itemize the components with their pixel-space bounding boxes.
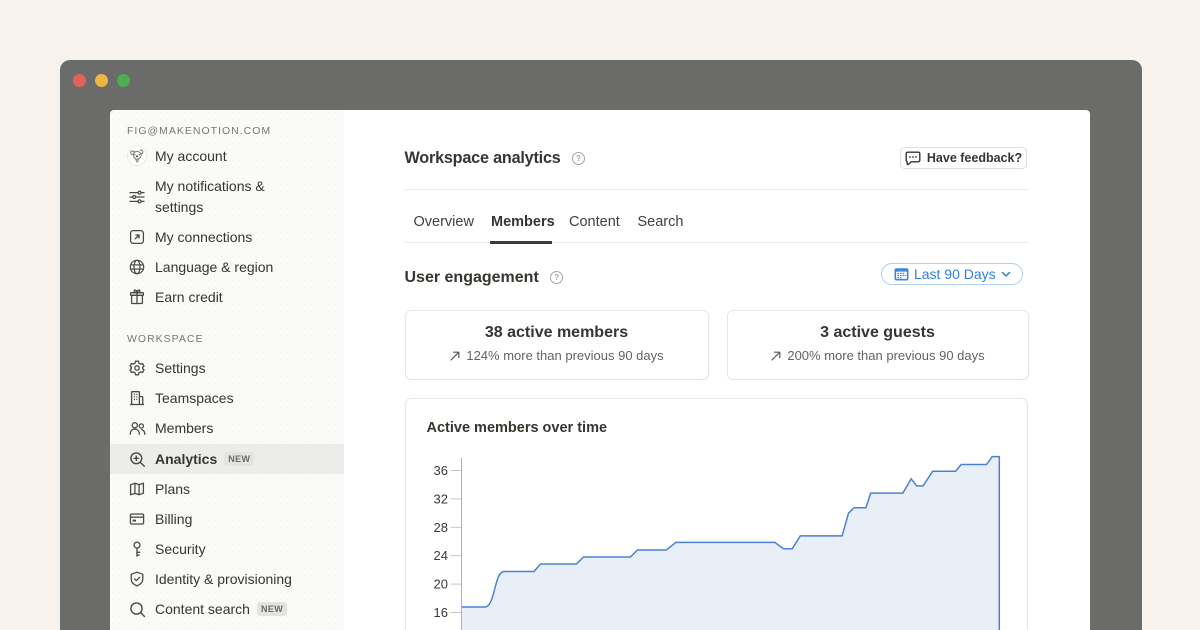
svg-text:32: 32 xyxy=(433,491,447,506)
svg-text:28: 28 xyxy=(433,520,447,535)
svg-text:24: 24 xyxy=(433,548,447,563)
svg-text:20: 20 xyxy=(433,577,447,592)
svg-text:16: 16 xyxy=(433,605,447,620)
svg-text:36: 36 xyxy=(433,463,447,478)
